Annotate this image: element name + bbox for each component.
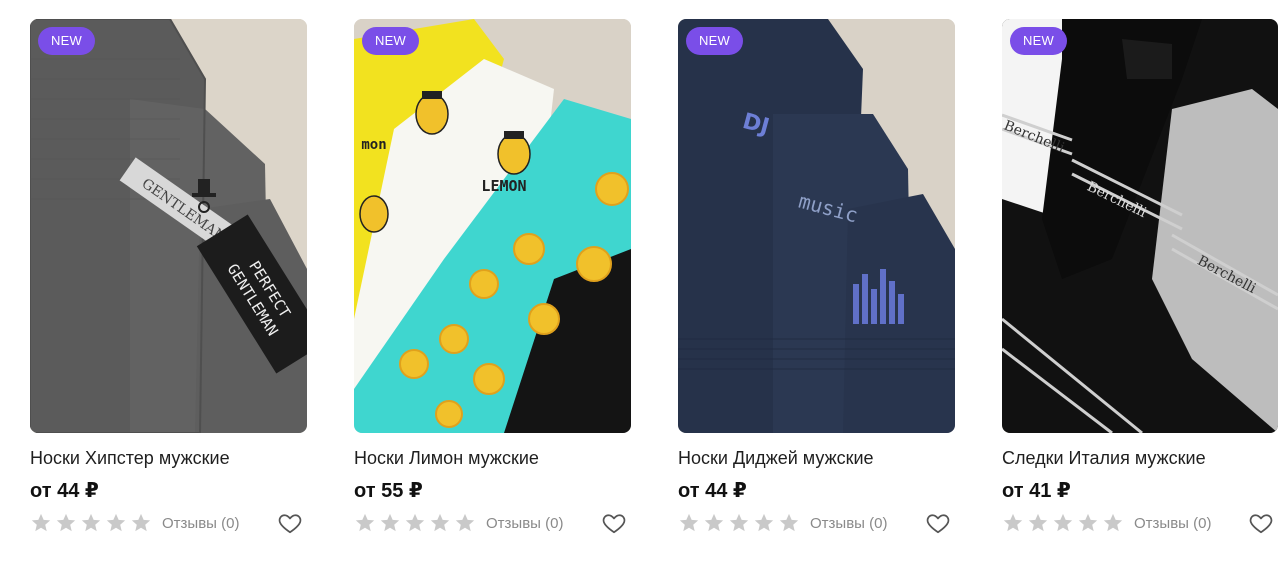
- product-grid: GENTLEMAN PERFECT GENTLEMAN NEW Носки Хи…: [0, 0, 1280, 568]
- product-photo[interactable]: Berchelli Berchelli Berchelli NEW: [1002, 19, 1278, 433]
- product-meta: Отзывы (0): [678, 510, 955, 536]
- star-icon[interactable]: [404, 512, 426, 534]
- rating-stars[interactable]: [354, 512, 476, 534]
- product-price: от 41 ₽: [1002, 480, 1071, 502]
- rating-stars[interactable]: [1002, 512, 1124, 534]
- product-title[interactable]: Следки Италия мужские: [1002, 447, 1278, 469]
- rating-stars[interactable]: [678, 512, 800, 534]
- reviews-link[interactable]: Отзывы (0): [162, 515, 239, 532]
- photo-text-mon: mon: [361, 137, 386, 153]
- star-icon[interactable]: [778, 512, 800, 534]
- star-icon[interactable]: [429, 512, 451, 534]
- product-title[interactable]: Носки Хипстер мужские: [30, 447, 307, 469]
- star-icon[interactable]: [753, 512, 775, 534]
- product-price: от 44 ₽: [30, 480, 99, 502]
- product-card[interactable]: LEMON mon NEW Носки Лимон мужские от 55 …: [354, 19, 631, 536]
- star-icon[interactable]: [1077, 512, 1099, 534]
- new-badge: NEW: [362, 27, 419, 55]
- grey-gentleman-socks-image: GENTLEMAN PERFECT GENTLEMAN: [30, 19, 307, 433]
- heart-icon[interactable]: [277, 510, 303, 536]
- star-icon[interactable]: [80, 512, 102, 534]
- star-icon[interactable]: [30, 512, 52, 534]
- berchelli-no-show-socks-image: Berchelli Berchelli Berchelli: [1002, 19, 1278, 433]
- product-card[interactable]: Berchelli Berchelli Berchelli NEW Следки…: [1002, 19, 1278, 536]
- product-meta: Отзывы (0): [1002, 510, 1278, 536]
- product-card[interactable]: DJ music NEW Носки Диджей мужские от 44 …: [678, 19, 955, 536]
- star-icon[interactable]: [130, 512, 152, 534]
- new-badge: NEW: [686, 27, 743, 55]
- heart-icon[interactable]: [1248, 510, 1274, 536]
- star-icon[interactable]: [703, 512, 725, 534]
- star-icon[interactable]: [1052, 512, 1074, 534]
- product-photo[interactable]: LEMON mon NEW: [354, 19, 631, 433]
- star-icon[interactable]: [1002, 512, 1024, 534]
- product-meta: Отзывы (0): [30, 510, 307, 536]
- star-icon[interactable]: [105, 512, 127, 534]
- star-icon[interactable]: [1027, 512, 1049, 534]
- product-card[interactable]: GENTLEMAN PERFECT GENTLEMAN NEW Носки Хи…: [30, 19, 307, 536]
- product-meta: Отзывы (0): [354, 510, 631, 536]
- star-icon[interactable]: [678, 512, 700, 534]
- new-badge: NEW: [1010, 27, 1067, 55]
- lemon-socks-image: LEMON mon: [354, 19, 631, 433]
- star-icon[interactable]: [379, 512, 401, 534]
- star-icon[interactable]: [55, 512, 77, 534]
- product-photo[interactable]: DJ music NEW: [678, 19, 955, 433]
- star-icon[interactable]: [454, 512, 476, 534]
- dj-music-socks-image: DJ music: [678, 19, 955, 433]
- rating-stars[interactable]: [30, 512, 152, 534]
- product-price: от 44 ₽: [678, 480, 747, 502]
- star-icon[interactable]: [1102, 512, 1124, 534]
- reviews-link[interactable]: Отзывы (0): [1134, 515, 1211, 532]
- reviews-link[interactable]: Отзывы (0): [486, 515, 563, 532]
- photo-text-lemon: LEMON: [481, 177, 526, 195]
- heart-icon[interactable]: [925, 510, 951, 536]
- product-price: от 55 ₽: [354, 480, 423, 502]
- product-title[interactable]: Носки Диджей мужские: [678, 447, 955, 469]
- heart-icon[interactable]: [601, 510, 627, 536]
- new-badge: NEW: [38, 27, 95, 55]
- reviews-link[interactable]: Отзывы (0): [810, 515, 887, 532]
- product-photo[interactable]: GENTLEMAN PERFECT GENTLEMAN NEW: [30, 19, 307, 433]
- star-icon[interactable]: [728, 512, 750, 534]
- product-title[interactable]: Носки Лимон мужские: [354, 447, 631, 469]
- star-icon[interactable]: [354, 512, 376, 534]
